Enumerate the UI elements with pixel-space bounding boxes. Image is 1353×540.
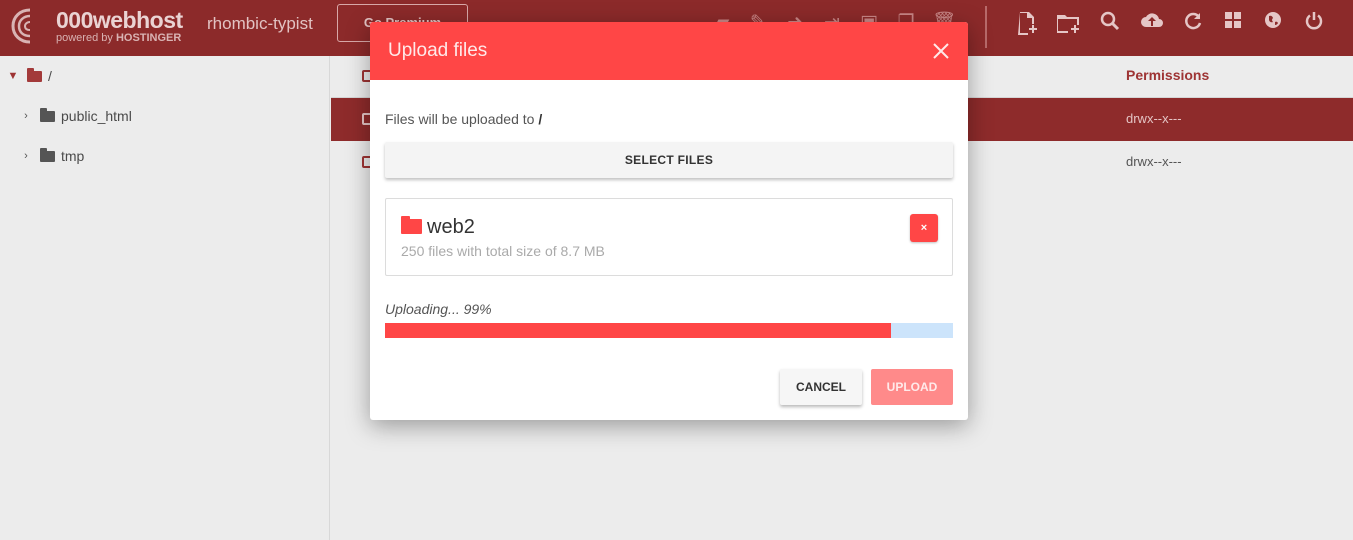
chevron-right-icon[interactable]: › [20,150,32,162]
upload-progress-fill [385,323,892,338]
new-folder-icon[interactable] [1056,11,1080,35]
tree-root[interactable]: ▼ / [7,67,52,84]
remove-file-button[interactable]: × [910,214,938,242]
new-file-icon[interactable] [1016,11,1040,35]
folder-open-icon [27,67,42,82]
tree-item-label: tmp [61,148,85,164]
folder-icon [40,107,55,122]
brand-name: 000webhost [56,6,183,33]
cancel-button[interactable]: CANCEL [780,369,862,405]
permissions-column-header[interactable]: Permissions [1126,67,1209,83]
tree-item-public-html[interactable]: › public_html [20,107,132,124]
upload-file-name: web2 [427,216,475,238]
folder-icon [40,147,55,162]
grid-view-icon[interactable] [1221,11,1245,35]
upload-icon[interactable] [1140,11,1164,35]
power-icon[interactable] [1302,11,1326,35]
upload-progress-label: Uploading... 99% [385,301,492,317]
upload-progress-bar [385,323,953,338]
refresh-icon[interactable] [1181,11,1205,35]
toolbar-separator [985,6,987,48]
folder-icon [401,216,422,234]
brand-logo[interactable]: 000webhost powered by HOSTINGER [8,4,183,48]
chevron-right-icon[interactable]: › [20,110,32,122]
select-files-button[interactable]: SELECT FILES [385,142,953,178]
tree-root-label: / [48,68,52,84]
upload-file-info: 250 files with total size of 8.7 MB [401,243,605,259]
site-name: rhombic-typist [207,14,313,33]
dialog-header: Upload files [370,22,968,80]
tree-item-label: public_html [61,108,132,124]
upload-files-dialog: Upload files Files will be uploaded to /… [370,22,968,420]
folder-tree: ▼ / › public_html › tmp [0,56,330,540]
globe-icon[interactable] [1261,11,1285,35]
row-permissions: drwx--x--- [1126,154,1182,169]
webhost-logo-icon [11,8,31,44]
search-icon[interactable] [1098,11,1122,35]
close-icon[interactable] [931,42,951,62]
brand-powered-by: powered by HOSTINGER [56,31,182,44]
tree-item-tmp[interactable]: › tmp [20,147,85,164]
destination-path: / [538,111,543,127]
upload-file-item: web2 250 files with total size of 8.7 MB… [385,198,953,276]
dialog-title: Upload files [388,40,488,61]
row-permissions: drwx--x--- [1126,111,1182,126]
chevron-down-icon[interactable]: ▼ [7,70,19,82]
upload-button[interactable]: UPLOAD [871,369,953,405]
upload-destination: Files will be uploaded to / [385,111,543,127]
